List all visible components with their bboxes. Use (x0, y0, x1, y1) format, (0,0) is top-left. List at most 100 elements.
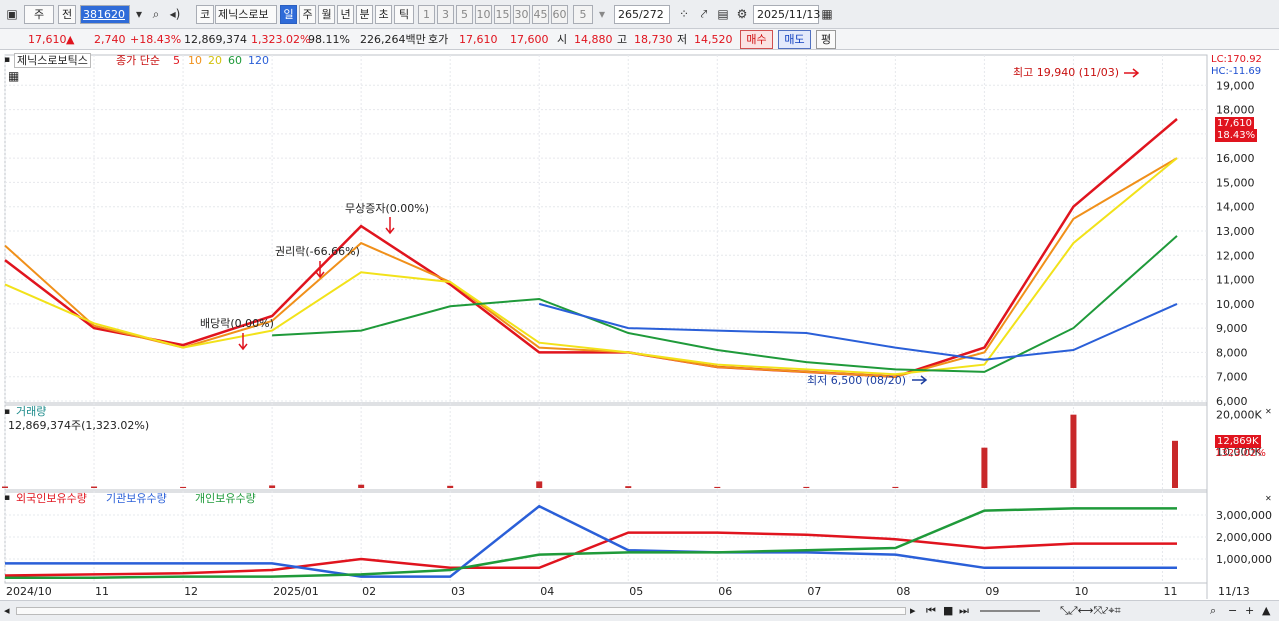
toolbar: ▣ 주 전 381620 ▾ ⌕ ◂) 코 제닉스로보 일 주 월 년 분 초 … (0, 0, 1279, 29)
volume-bar (536, 481, 543, 488)
count-field[interactable]: 265/272 (614, 5, 670, 24)
ma-line-20 (4, 157, 1178, 376)
holdings-close-icon[interactable]: ✕ (1265, 492, 1272, 505)
zoom-icon[interactable]: ⌕ (1210, 604, 1216, 617)
resize-icon[interactable]: ▲ (1262, 604, 1270, 617)
foreign-holdings-label: 외국인보유수량 (16, 492, 87, 505)
x-tick-label: 11 (1163, 585, 1177, 598)
tool-icons[interactable]: ⤡⤢⟷⤧⤦⌖⌗ (1060, 604, 1121, 617)
gear-icon[interactable]: ⚙ (734, 6, 750, 22)
holdings-line-1 (5, 504, 1177, 578)
x-tick-label: 12 (184, 585, 198, 598)
stock-name: 제닉스로보 (215, 5, 277, 24)
chart-canvas[interactable]: 19,00018,00017,00016,00015,00014,00013,0… (0, 51, 1279, 599)
prev-button[interactable]: 전 (58, 5, 76, 24)
x-tick-label: 2025/01 (273, 585, 319, 598)
period-tick[interactable]: 틱 (394, 5, 414, 24)
code-button[interactable]: 코 (196, 5, 214, 24)
zoom-in-icon[interactable]: + (1245, 604, 1254, 617)
chart-area[interactable]: 19,00018,00017,00016,00015,00014,00013,0… (0, 51, 1279, 599)
window-icon[interactable]: ▣ (4, 6, 20, 22)
volume-close-icon[interactable]: ✕ (1265, 405, 1272, 418)
volume-bar (91, 486, 98, 488)
scroll-track[interactable] (16, 607, 906, 615)
volume-bar (269, 485, 276, 488)
x-tick-label: 02 (362, 585, 376, 598)
price-tick-label: 10,000 (1216, 298, 1255, 311)
sell-button[interactable]: 매도 (778, 30, 811, 49)
ratio2: 98.11% (308, 33, 350, 46)
calendar-icon[interactable]: ▦ (819, 6, 835, 22)
stop-icon[interactable]: ■ (943, 604, 953, 617)
price-tick-label: 15,000 (1216, 176, 1255, 189)
volume-bar (1172, 440, 1178, 488)
search-icon[interactable]: ⌕ (148, 6, 164, 22)
interval-60[interactable]: 60 (551, 5, 568, 24)
period-year[interactable]: 년 (337, 5, 354, 24)
holdings-pane-marker-icon[interactable]: ▪ (4, 492, 10, 505)
dropdown-arrow-icon[interactable]: ▾ (131, 6, 147, 22)
ma5-label: 5 (173, 54, 180, 67)
price-tick-label: 6,000 (1216, 395, 1248, 408)
period-second[interactable]: 초 (375, 5, 392, 24)
volume-bar (625, 486, 632, 488)
price-tick-label: 14,000 (1216, 201, 1255, 214)
period-month[interactable]: 월 (318, 5, 335, 24)
volume-title: 거래량 (16, 405, 47, 418)
volume-bar (180, 486, 187, 488)
open-price: 14,880 (574, 33, 613, 46)
volume-pane-marker-icon[interactable]: ▪ (4, 406, 10, 419)
x-tick-label: 10 (1074, 585, 1088, 598)
calculator-icon[interactable]: ▦ (8, 70, 19, 83)
draw-tool-icon[interactable]: ⤤ (696, 6, 712, 22)
ma60-label: 60 (228, 54, 242, 67)
high-label: 고 (617, 33, 628, 46)
next-icon[interactable]: ⏭ (959, 604, 969, 617)
interval-15[interactable]: 15 (494, 5, 511, 24)
period-minute[interactable]: 분 (356, 5, 373, 24)
average-button[interactable]: 평 (816, 30, 836, 49)
interval-10[interactable]: 10 (475, 5, 492, 24)
interval-1[interactable]: 1 (418, 5, 435, 24)
interval-5[interactable]: 5 (456, 5, 473, 24)
ma10-label: 10 (188, 54, 202, 67)
market-select[interactable]: 주 (24, 5, 54, 24)
zoom-slider[interactable] (980, 610, 1040, 612)
individual-holdings-label: 개인보유수량 (195, 492, 256, 505)
volume-bar (714, 486, 721, 488)
period-week[interactable]: 주 (299, 5, 316, 24)
interval-30[interactable]: 30 (513, 5, 530, 24)
scroll-bar: ◂ ▸ ⏮ ■ ⏭ ⤡⤢⟷⤧⤦⌖⌗ ⌕ − + ▲ (0, 600, 1279, 621)
high-price: 18,730 (634, 33, 673, 46)
interval-45[interactable]: 45 (532, 5, 549, 24)
date-field[interactable]: 2025/11/13 (753, 5, 820, 24)
buy-button[interactable]: 매수 (740, 30, 773, 49)
price-change-pct: +18.43% (130, 33, 182, 46)
bonus-annotation: 무상증자(0.00%) (345, 202, 430, 215)
speaker-icon[interactable]: ◂) (167, 6, 183, 22)
holdings-tick-label: 3,000,000 (1216, 509, 1272, 522)
holdings-tick-label: 1,000,000 (1216, 553, 1272, 566)
price-tick-label: 19,000 (1216, 79, 1255, 92)
code-input[interactable]: 381620 (80, 5, 130, 24)
interval-dropdown-icon[interactable]: ▾ (594, 6, 610, 22)
x-tick-label: 04 (540, 585, 554, 598)
crosshair-icon[interactable]: ⁘ (676, 6, 692, 22)
interval-3[interactable]: 3 (437, 5, 454, 24)
bonus-arrow-icon (385, 217, 395, 235)
volume-ratio: 1,323.02% (251, 33, 311, 46)
price-tick-label: 13,000 (1216, 225, 1255, 238)
scroll-left-icon[interactable]: ◂ (4, 604, 10, 617)
zoom-out-icon[interactable]: − (1228, 604, 1237, 617)
volume-value: 12,869,374주(1,323.02%) (8, 419, 150, 432)
x-tick-label: 11 (95, 585, 109, 598)
first-icon[interactable]: ⏮ (926, 604, 936, 617)
scroll-right-icon[interactable]: ▸ (910, 604, 916, 617)
pane-marker-icon[interactable]: ▪ (4, 54, 10, 67)
interval-input[interactable]: 5 (573, 5, 593, 24)
high-annotation: 최고 19,940 (11/03) (1013, 66, 1120, 79)
bid-price: 17,600 (510, 33, 549, 46)
period-day[interactable]: 일 (280, 5, 297, 24)
save-icon[interactable]: ▤ (715, 6, 731, 22)
open-label: 시 (557, 33, 568, 46)
